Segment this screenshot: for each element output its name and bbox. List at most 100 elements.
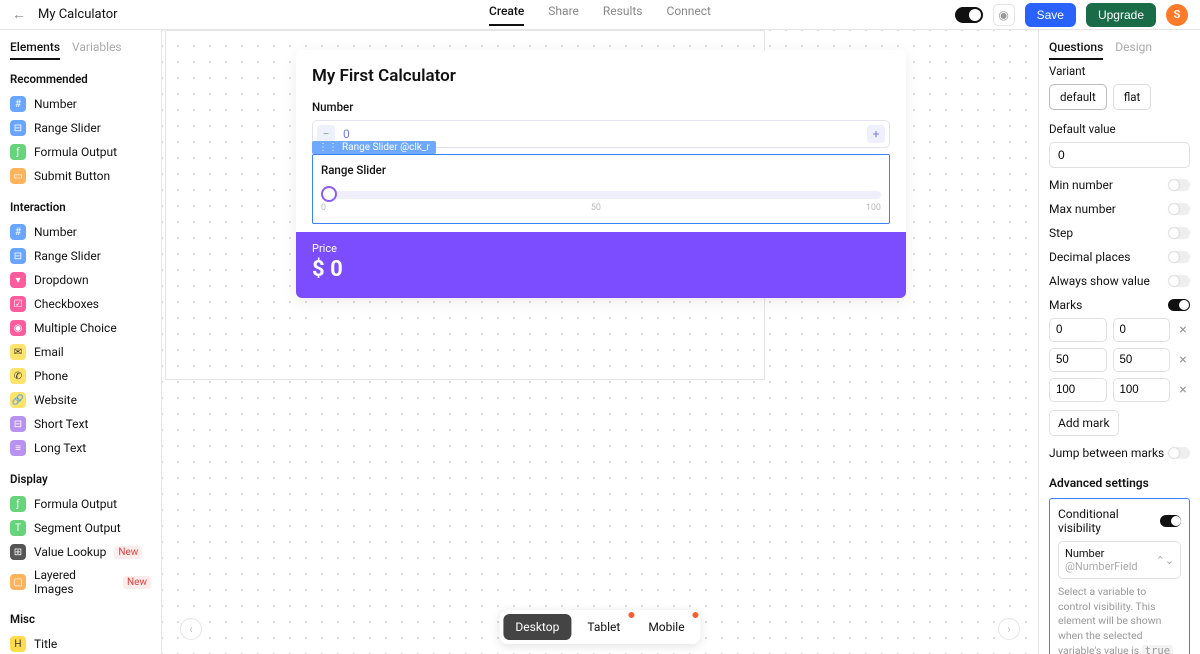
formula-output-icon: ƒ: [10, 496, 26, 512]
section-recommended: Recommended: [10, 72, 151, 86]
element-range-slider[interactable]: ⊟Range Slider: [10, 116, 151, 140]
element-label: Submit Button: [34, 169, 110, 183]
element-dropdown[interactable]: ▾Dropdown: [10, 268, 151, 292]
element-email[interactable]: ✉Email: [10, 340, 151, 364]
number-icon: #: [10, 96, 26, 112]
canvas[interactable]: My First Calculator Number − 0 + ⋮⋮ Rang…: [162, 30, 1038, 654]
tab-share[interactable]: Share: [548, 4, 579, 26]
mark-value-input[interactable]: [1049, 318, 1107, 342]
element-range-slider[interactable]: ⊟ Range Slider: [10, 244, 151, 268]
left-sidebar: Elements Variables Recommended #Number⊟R…: [0, 30, 162, 654]
default-value-input[interactable]: [1049, 142, 1190, 168]
conditional-visibility-label: Conditional visibility: [1058, 507, 1160, 535]
preview-button[interactable]: ◉: [993, 4, 1015, 26]
tab-results[interactable]: Results: [603, 4, 643, 26]
range-slider-element[interactable]: ⋮⋮ Range Slider @clk_r Range Slider 0 50…: [312, 154, 890, 224]
device-tablet[interactable]: Tablet: [575, 614, 632, 640]
min-number-label: Min number: [1049, 178, 1113, 192]
selection-tag: ⋮⋮ Range Slider @clk_r: [312, 141, 436, 154]
remove-mark-button[interactable]: ×: [1176, 352, 1190, 368]
element-label: Phone: [34, 369, 68, 383]
step-toggle[interactable]: [1168, 227, 1190, 239]
element-segment-output[interactable]: TSegment Output: [10, 516, 151, 540]
jump-marks-toggle[interactable]: [1168, 447, 1190, 459]
step-label: Step: [1049, 226, 1073, 240]
element-label: Website: [34, 393, 77, 407]
long-text-icon: ≡: [10, 440, 26, 456]
element-title[interactable]: HTitle: [10, 632, 151, 654]
max-number-label: Max number: [1049, 202, 1116, 216]
remove-mark-button[interactable]: ×: [1176, 382, 1190, 398]
mark-value-input[interactable]: [1049, 348, 1107, 372]
sidebar-tab-variables[interactable]: Variables: [72, 40, 122, 60]
canvas-next[interactable]: ›: [998, 618, 1020, 640]
range-slider-icon: ⊟: [10, 248, 26, 264]
tab-design[interactable]: Design: [1115, 40, 1152, 60]
conditional-variable-select[interactable]: Number @NumberField ⌃⌄: [1058, 541, 1181, 579]
remove-mark-button[interactable]: ×: [1176, 322, 1190, 338]
element-label: Short Text: [34, 417, 88, 431]
header-tabs: Create Share Results Connect: [489, 4, 711, 26]
tab-create[interactable]: Create: [489, 4, 524, 26]
element-formula-output[interactable]: ƒFormula Output: [10, 140, 151, 164]
element-long-text[interactable]: ≡Long Text: [10, 436, 151, 460]
always-show-toggle[interactable]: [1168, 275, 1190, 287]
slider-track[interactable]: [321, 191, 881, 199]
value-lookup-icon: ⊞: [10, 544, 26, 560]
badge-dot: [628, 612, 634, 618]
conditional-visibility-box: Conditional visibility Number @NumberFie…: [1049, 498, 1190, 654]
variant-flat[interactable]: flat: [1113, 84, 1152, 110]
mark-label-input[interactable]: [1113, 318, 1171, 342]
element-label: Layered Images: [34, 568, 115, 596]
marks-label: Marks: [1049, 298, 1082, 312]
element-layered-images[interactable]: ▢Layered ImagesNew: [10, 564, 151, 600]
min-number-toggle[interactable]: [1168, 179, 1190, 191]
variant-default[interactable]: default: [1049, 84, 1107, 110]
element-website[interactable]: 🔗Website: [10, 388, 151, 412]
slider-thumb[interactable]: [321, 186, 337, 202]
mark-label-input[interactable]: [1113, 348, 1171, 372]
device-mobile[interactable]: Mobile: [636, 614, 696, 640]
chevron-updown-icon: ⌃⌄: [1156, 554, 1174, 567]
element-number[interactable]: #Number: [10, 92, 151, 116]
number-increment[interactable]: +: [867, 125, 885, 143]
element-value-lookup[interactable]: ⊞Value LookupNew: [10, 540, 151, 564]
back-button[interactable]: ←: [12, 6, 26, 23]
save-button[interactable]: Save: [1025, 3, 1076, 27]
element-multiple-choice[interactable]: ◉Multiple Choice: [10, 316, 151, 340]
dark-mode-toggle[interactable]: [955, 7, 983, 23]
tab-questions[interactable]: Questions: [1049, 40, 1103, 60]
canvas-prev[interactable]: ‹: [180, 618, 202, 640]
variant-label: Variant: [1049, 64, 1190, 78]
jump-marks-label: Jump between marks: [1049, 446, 1164, 460]
upgrade-button[interactable]: Upgrade: [1086, 3, 1156, 27]
submit-button-icon: ▭: [10, 168, 26, 184]
sidebar-tab-elements[interactable]: Elements: [10, 40, 60, 60]
element-label: Multiple Choice: [34, 321, 117, 335]
decimal-places-toggle[interactable]: [1168, 251, 1190, 263]
mark-label-input[interactable]: [1113, 378, 1171, 402]
mark-row: ×: [1049, 378, 1190, 402]
element-phone[interactable]: ✆Phone: [10, 364, 151, 388]
marks-toggle[interactable]: [1168, 299, 1190, 311]
price-output: Price $ 0: [296, 232, 906, 298]
element-label: Range Slider: [34, 121, 101, 135]
mark-value-input[interactable]: [1049, 378, 1107, 402]
element-short-text[interactable]: ⊟Short Text: [10, 412, 151, 436]
price-label: Price: [312, 242, 890, 255]
element-checkboxes[interactable]: ☑Checkboxes: [10, 292, 151, 316]
element-submit-button[interactable]: ▭ Submit Button: [10, 164, 151, 188]
element-number[interactable]: #Number: [10, 220, 151, 244]
title-icon: H: [10, 636, 26, 652]
device-desktop[interactable]: Desktop: [503, 614, 571, 640]
conditional-visibility-toggle[interactable]: [1160, 515, 1181, 527]
element-formula-output[interactable]: ƒFormula Output: [10, 492, 151, 516]
user-avatar[interactable]: S: [1166, 4, 1188, 26]
element-label: Number: [34, 225, 77, 239]
tab-connect[interactable]: Connect: [667, 4, 711, 26]
add-mark-button[interactable]: Add mark: [1049, 410, 1119, 436]
max-number-toggle[interactable]: [1168, 203, 1190, 215]
element-label: Checkboxes: [34, 297, 99, 311]
element-label: Range Slider: [34, 249, 101, 263]
app-header: ← My Calculator Create Share Results Con…: [0, 0, 1200, 30]
